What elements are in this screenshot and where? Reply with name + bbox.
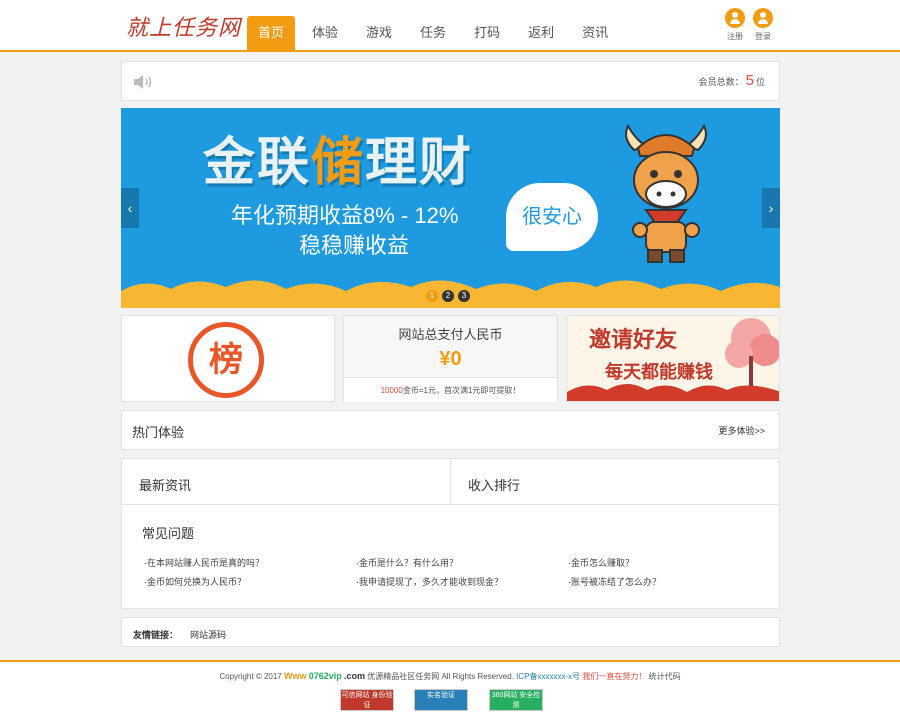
nav-games[interactable]: 游戏 xyxy=(355,16,403,50)
banner-prev-arrow[interactable]: ‹ xyxy=(121,188,139,228)
banner-title-highlight: 储 xyxy=(311,134,366,192)
icp-link[interactable]: ICP备xxxxxxx-x号 xyxy=(516,672,580,681)
login-button[interactable]: 登录 xyxy=(748,8,778,42)
member-count-label: 会员总数： xyxy=(698,77,744,87)
friend-links-label: 友情链接： xyxy=(133,630,179,640)
member-count-unit: 位 xyxy=(755,77,765,87)
login-label: 登录 xyxy=(755,32,771,41)
nav-home[interactable]: 首页 xyxy=(247,16,296,50)
main-nav: 首页 体验 游戏 任务 打码 返利 资讯 xyxy=(247,16,625,50)
invite-line2: 每天都能赚钱 xyxy=(605,362,713,383)
banner-speech-bubble: 很安心 xyxy=(506,183,598,251)
faq-item[interactable]: ·在本网站赚人民币是真的吗？ xyxy=(144,556,264,569)
payout-note: 10000金币=1元，首次满1元即可提取！ xyxy=(344,377,557,402)
income-ranking-header: 收入排行 xyxy=(451,459,779,505)
bull-mascot-icon xyxy=(625,123,707,263)
friend-links-bar: 友情链接： 网站源码 xyxy=(121,617,780,647)
nav-rebate[interactable]: 返利 xyxy=(517,16,565,50)
register-button[interactable]: 注册 xyxy=(720,8,750,42)
banner-title: 金联储理财 xyxy=(203,120,473,195)
faq-item[interactable]: ·账号被冻结了怎么办？ xyxy=(568,575,661,588)
user-icon xyxy=(753,8,773,28)
register-label: 注册 xyxy=(727,32,743,41)
banner-next-arrow[interactable]: › xyxy=(762,188,780,228)
banner-title-part2: 理财 xyxy=(365,134,474,192)
payout-note-text: 金币=1元，首次满1元即可提取！ xyxy=(402,386,521,395)
payout-title: 网站总支付人民币 xyxy=(398,327,503,342)
banner-pagination: 1 2 3 xyxy=(426,290,474,302)
stats-code: 统计代码 xyxy=(648,672,681,681)
register-icon xyxy=(725,8,745,28)
faq-item[interactable]: ·金币怎么赚取？ xyxy=(568,556,634,569)
banner-dot-3[interactable]: 3 xyxy=(458,290,470,302)
faq-item[interactable]: ·金币如何兑换为人民币？ xyxy=(144,575,246,588)
hot-experience-title: 热门体验 xyxy=(132,425,185,440)
nav-tasks[interactable]: 任务 xyxy=(409,16,457,50)
payout-box: 网站总支付人民币 ¥0 10000金币=1元，首次满1元即可提取！ xyxy=(343,315,558,402)
payout-note-coins: 10000 xyxy=(380,386,403,395)
site-header: 就上任务网 首页 体验 游戏 任务 打码 返利 资讯 注册 登录 xyxy=(0,0,900,52)
copyright-text: Copyright © 2017 xyxy=(219,672,282,681)
latest-news-header: 最新资讯 xyxy=(122,459,451,505)
faq-title: 常见问题 xyxy=(142,526,195,541)
friend-link[interactable]: 网站源码 xyxy=(190,628,226,641)
speaker-icon xyxy=(134,75,152,89)
brand-domain: 0762vip xyxy=(308,671,342,681)
banner-carousel[interactable]: 金联储理财 年化预期收益8% - 12% 稳稳赚收益 很安心 ‹ › 1 2 3 xyxy=(121,108,780,308)
faq-item[interactable]: ·金币是什么？有什么用？ xyxy=(356,556,458,569)
member-count-value: 5 xyxy=(745,72,754,89)
hot-experience-bar: 热门体验 更多体验>> xyxy=(121,410,780,450)
site-name: 优源精品社区任务网 All Rights Reserved. xyxy=(367,672,514,681)
latest-news-title[interactable]: 最新资讯 xyxy=(139,475,191,494)
invite-friends-banner[interactable]: 邀请好友 每天都能赚钱 xyxy=(566,315,780,402)
faq-item[interactable]: ·我申请提现了，多久才能收到现金？ xyxy=(356,575,503,588)
payout-amount: ¥0 xyxy=(439,348,462,370)
banner-dot-1[interactable]: 1 xyxy=(426,290,438,302)
notice-bar: 会员总数： 5 位 xyxy=(121,61,780,101)
nav-news[interactable]: 资讯 xyxy=(571,16,619,50)
site-logo[interactable]: 就上任务网 xyxy=(126,10,241,42)
real-name-badge[interactable]: 实名验证 xyxy=(414,689,468,711)
income-ranking-title[interactable]: 收入排行 xyxy=(468,475,520,494)
banner-title-part1: 金联 xyxy=(203,134,312,192)
slogan-text: 我们一直在努力！ xyxy=(582,672,647,681)
invite-line1: 邀请好友 xyxy=(589,327,678,353)
brand-www: Www xyxy=(283,671,307,681)
banner-subtitle-earn: 稳稳赚收益 xyxy=(299,233,410,258)
more-experience-link[interactable]: 更多体验>> xyxy=(718,424,765,437)
banner-dot-2[interactable]: 2 xyxy=(442,290,454,302)
trusted-site-badge[interactable]: 可信网站 身份验证 xyxy=(340,689,394,711)
security-check-badge[interactable]: 360网站 安全检测 xyxy=(489,689,543,711)
member-count: 会员总数： 5 位 xyxy=(699,72,765,89)
brand-com: .com xyxy=(343,671,365,681)
ranking-box[interactable]: 榜 xyxy=(121,315,335,402)
info-panel: 最新资讯 收入排行 常见问题 ·在本网站赚人民币是真的吗？ ·金币是什么？有什么… xyxy=(121,458,780,609)
nav-captcha[interactable]: 打码 xyxy=(463,16,511,50)
nav-experience[interactable]: 体验 xyxy=(301,16,349,50)
site-footer: Copyright © 2017 Www 0762vip .com 优源精品社区… xyxy=(0,660,900,717)
ranking-badge: 榜 xyxy=(188,322,264,398)
copyright-line: Copyright © 2017 Www 0762vip .com 优源精品社区… xyxy=(0,671,900,682)
banner-subtitle-rate: 年化预期收益8% - 12% xyxy=(231,203,459,228)
